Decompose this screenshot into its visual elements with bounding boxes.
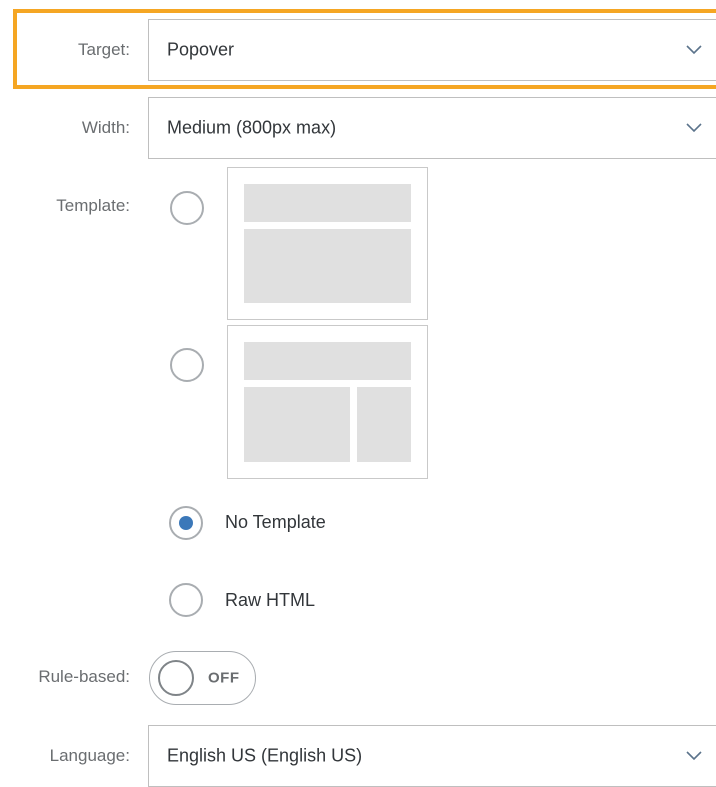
template-radio-header-body[interactable] [170,191,204,225]
template-thumb-header [244,342,411,380]
width-select[interactable]: Medium (800px max) [148,97,716,159]
template-thumb-side-column [357,387,411,462]
template-thumb-body [244,229,411,303]
target-select-value: Popover [167,39,235,60]
template-thumbnail-header-body[interactable] [227,167,428,320]
raw-html-radio[interactable] [169,583,203,617]
language-select[interactable]: English US (English US) [148,725,716,787]
language-select-value: English US (English US) [167,745,363,766]
target-label: Target: [78,40,130,59]
no-template-label[interactable]: No Template [225,512,326,533]
switch-knob [158,660,194,696]
target-select[interactable]: Popover [148,19,716,81]
raw-html-label[interactable]: Raw HTML [225,590,315,611]
template-thumbnail-header-two-columns[interactable] [227,325,428,479]
chevron-down-icon [686,123,702,133]
language-label: Language: [49,746,130,765]
rule-based-label: Rule-based: [38,667,130,686]
template-thumb-main-column [244,387,350,462]
template-thumb-header [244,184,411,222]
rule-based-switch[interactable]: OFF [149,651,256,705]
template-radio-header-two-columns[interactable] [170,348,204,382]
chevron-down-icon [686,45,702,55]
no-template-radio[interactable] [169,506,203,540]
width-select-value: Medium (800px max) [167,117,337,138]
template-label: Template: [56,196,130,215]
switch-state-text: OFF [208,669,240,687]
chevron-down-icon [686,751,702,761]
width-label: Width: [81,118,130,137]
